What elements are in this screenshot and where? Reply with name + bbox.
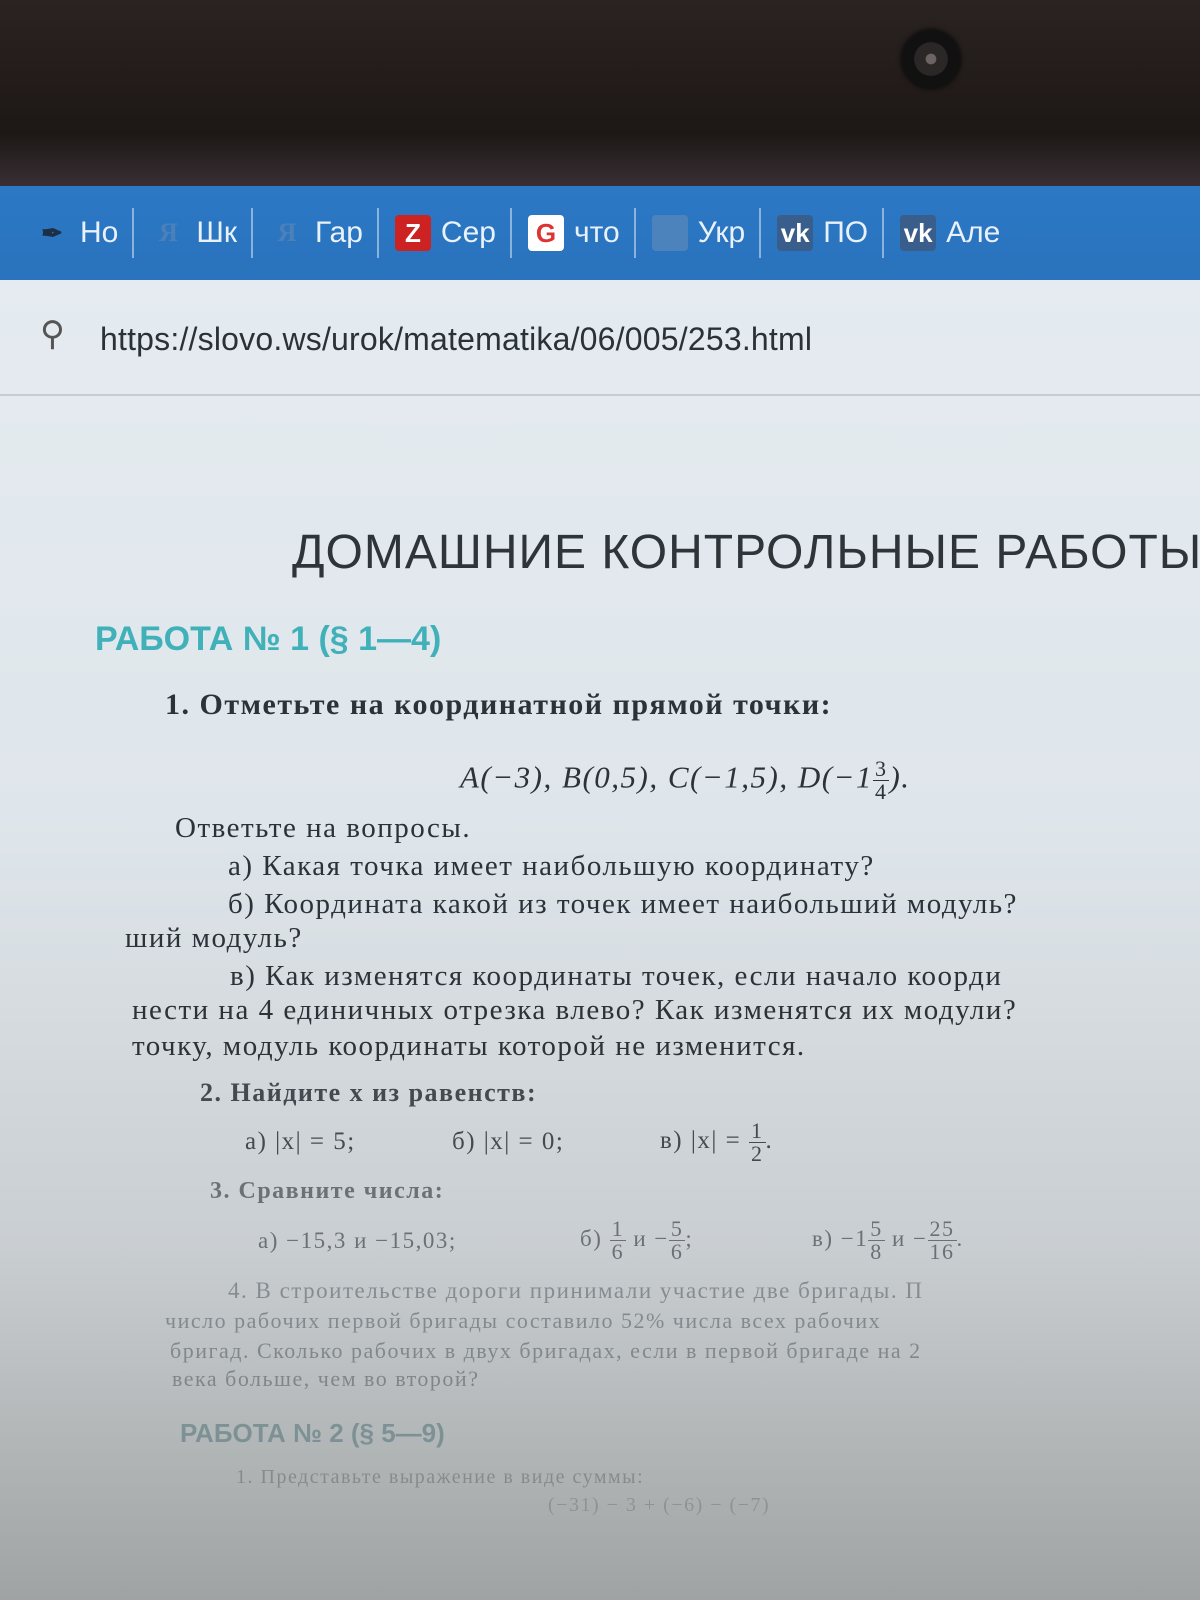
task-statement: Отметьте на координатной прямой точки:	[199, 688, 833, 721]
bookmark-6[interactable]: Укр	[636, 208, 762, 258]
task-3-title: 3. Сравните числа:	[210, 1178, 445, 1204]
question-v-line2: нести на 4 единичных отрезка влево? Как …	[132, 994, 1018, 1026]
ukr-icon	[651, 215, 688, 251]
question-b-cont: ший модуль?	[125, 922, 303, 954]
points-tail: ).	[889, 759, 911, 795]
fraction-denominator: 6	[611, 1239, 625, 1264]
task-3-b-mid: и −	[633, 1225, 669, 1251]
bookmark-label: ПО	[823, 216, 869, 249]
bookmark-5[interactable]: G что	[512, 208, 636, 258]
vk-icon: vk	[777, 215, 814, 251]
task-3-v-tail: .	[956, 1225, 964, 1251]
bookmarks-bar: ✒ Но Я Шк Я Гар Z Сер G что Укр vk ПО vk…	[0, 186, 1200, 280]
task-2-a: а) |x| = 5;	[245, 1128, 356, 1155]
task-4-line1: 4. В строительстве дороги принимали учас…	[228, 1278, 924, 1303]
task-2-v-label: в) |x| =	[660, 1127, 742, 1155]
bookmark-label: Укр	[697, 216, 746, 249]
task-3-v: в) −1 5 8 и −25 16.	[812, 1218, 964, 1263]
bookmark-label: Але	[946, 216, 1001, 249]
task-3-v-label: в) −1	[812, 1225, 869, 1251]
url-text[interactable]: https://slovo.ws/urok/matematika/06/005/…	[100, 321, 812, 358]
bookmark-1[interactable]: ✒ Но	[18, 208, 135, 258]
task-3-v-mid: и −	[892, 1225, 928, 1251]
pen-icon: ✒	[41, 217, 63, 248]
fraction-numerator: 1	[749, 1118, 766, 1143]
reshak-icon: Я	[158, 218, 178, 247]
webcam-icon	[902, 30, 960, 88]
bookmark-label: что	[573, 216, 620, 249]
fraction-numerator: 1	[609, 1216, 627, 1241]
task-2-title: 2. Найдите x из равенств:	[200, 1078, 538, 1107]
task-4-line3: бригад. Сколько рабочих в двух бригадах,…	[170, 1338, 922, 1363]
work-2-expression: (−31) − 3 + (−6) − (−7)	[548, 1494, 771, 1516]
site-info-icon[interactable]: ⚲	[40, 314, 90, 364]
fraction-denominator: 8	[870, 1239, 883, 1264]
bookmark-8[interactable]: vk Але	[884, 208, 1014, 258]
bookmark-label: Шк	[196, 216, 237, 249]
page-heading: ДОМАШНИЕ КОНТРОЛЬНЫЕ РАБОТЫ	[292, 526, 1200, 579]
question-b: б) Координата какой из точек имеет наибо…	[228, 888, 1018, 920]
work-2-task-1: 1. Представьте выражение в виде суммы:	[236, 1466, 645, 1488]
task-1-points: A(−3), B(0,5), C(−1,5), D(−1 3 4).	[460, 758, 911, 803]
address-bar[interactable]: ⚲ https://slovo.ws/urok/matematika/06/00…	[0, 284, 1200, 396]
task-2-b: б) |x| = 0;	[452, 1128, 565, 1155]
work-2-title: РАБОТА № 2 (§ 5—9)	[180, 1418, 445, 1448]
task-3-a: а) −15,3 и −15,03;	[258, 1228, 457, 1253]
laptop-bezel	[0, 0, 1200, 190]
bookmark-2[interactable]: Я Шк	[134, 208, 253, 258]
fraction-numerator: 25	[927, 1216, 957, 1241]
task-4-line2: число рабочих первой бригады составило 5…	[165, 1308, 882, 1333]
task-2-v: в) |x| = 12.	[660, 1120, 773, 1165]
bookmark-label: Гар	[314, 216, 363, 249]
task-3-b-label: б)	[580, 1225, 603, 1251]
reshak-icon: Я	[277, 218, 297, 247]
task-2-v-tail: .	[765, 1127, 774, 1155]
work-1-title: РАБОТА № 1 (§ 1—4)	[95, 620, 442, 658]
bookmark-3[interactable]: Я Гар	[253, 208, 379, 258]
vk-icon: vk	[900, 215, 937, 251]
fraction-numerator: 5	[668, 1216, 686, 1241]
fraction-denominator: 4	[874, 779, 888, 804]
google-icon: G	[527, 215, 564, 251]
bookmark-label: Но	[80, 216, 119, 249]
bookmark-4[interactable]: Z Сер	[379, 208, 512, 258]
question-a: а) Какая точка имеет наибольшую координа…	[228, 850, 875, 882]
z-icon: Z	[394, 215, 431, 251]
fraction-denominator: 16	[929, 1239, 955, 1264]
task-3-b-tail: ;	[685, 1225, 694, 1251]
bookmark-7[interactable]: vk ПО	[761, 208, 885, 258]
task-3-b: б) 16 и −5 6;	[580, 1218, 693, 1263]
fraction-numerator: 3	[872, 756, 890, 781]
fraction-denominator: 2	[751, 1141, 764, 1166]
question-v-line1: в) Как изменятся координаты точек, если …	[230, 960, 1003, 992]
fraction-numerator: 5	[868, 1216, 885, 1241]
task-4-line4: века больше, чем во второй?	[172, 1366, 480, 1391]
page-content: ДОМАШНИЕ КОНТРОЛЬНЫЕ РАБОТЫ РАБОТА № 1 (…	[0, 400, 1200, 1600]
questions-intro: Ответьте на вопросы.	[175, 812, 472, 844]
bookmark-label: Сер	[440, 216, 496, 249]
points-list: A(−3), B(0,5), C(−1,5), D(−1	[460, 759, 873, 795]
task-1-text: 1. Отметьте на координатной прямой точки…	[165, 688, 832, 722]
question-v-line3: точку, модуль координаты которой не изме…	[132, 1030, 806, 1062]
task-number: 1.	[165, 688, 191, 721]
fraction-denominator: 6	[670, 1239, 684, 1264]
